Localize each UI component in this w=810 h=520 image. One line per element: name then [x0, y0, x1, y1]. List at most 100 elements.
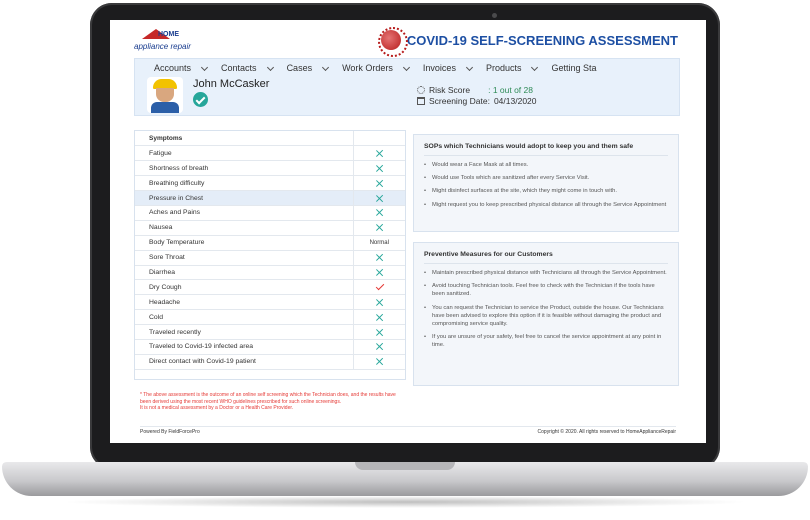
chevron-down-icon [200, 63, 209, 71]
table-row: Traveled recently [135, 324, 405, 340]
table-row: Shortness of breath [135, 160, 405, 177]
list-item: Might request you to keep prescribed phy… [424, 201, 668, 209]
table-row: Traveled to Covid-19 infected area [135, 339, 405, 355]
symptom-label: Diarrhea [135, 265, 353, 281]
nav-bar: Accounts Contacts Cases Work Orders Invo… [154, 63, 607, 73]
screen: HOME appliance repair COVID-19 SELF-SCRE… [110, 20, 706, 443]
symptom-label: Body Temperature [135, 235, 353, 251]
symptom-result [352, 190, 405, 206]
logo-text-bottom: appliance repair [134, 42, 191, 51]
risk-summary: Risk Score : 1 out of 28 Screening Date:… [417, 84, 537, 106]
green-cross-icon [375, 268, 383, 276]
green-cross-icon [375, 298, 383, 306]
list-item: Avoid touching Technician tools. Feel fr… [424, 282, 668, 298]
symptom-result [352, 339, 405, 355]
table-row: Nausea [135, 220, 405, 236]
technician-header-card: Accounts Contacts Cases Work Orders Invo… [134, 58, 680, 116]
preventive-measures-card: Preventive Measures for our Customers Ma… [413, 242, 679, 386]
symptom-label: Direct contact with Covid-19 patient [135, 354, 353, 370]
risk-score-label: Risk Score [429, 84, 471, 95]
green-cross-icon [375, 164, 383, 172]
symptom-result [352, 279, 405, 296]
screening-date-row: Screening Date: 04/13/2020 [417, 95, 537, 106]
preventive-title: Preventive Measures for our Customers [424, 251, 668, 264]
screening-date-label: Screening Date: [429, 95, 490, 106]
table-row: Diarrhea [135, 265, 405, 281]
symptom-label: Sore Throat [135, 250, 353, 266]
laptop-mockup: HOME appliance repair COVID-19 SELF-SCRE… [0, 0, 810, 520]
symptoms-card: Symptoms Fatigue Shortness of breath Breat… [134, 130, 406, 380]
page-title: COVID-19 SELF-SCREENING ASSESSMENT [406, 32, 678, 48]
chevron-down-icon [531, 63, 539, 71]
avatar-body [151, 102, 179, 113]
symptom-result [352, 265, 405, 281]
symptom-label: Fatigue [135, 145, 353, 162]
camera-icon [492, 13, 497, 18]
top-bar: HOME appliance repair COVID-19 SELF-SCRE… [110, 20, 706, 58]
symptom-label: Pressure in Chest [135, 190, 353, 206]
green-cross-icon [375, 194, 383, 202]
laptop-notch [355, 462, 455, 470]
table-row: Sore Throat [135, 250, 405, 266]
symptom-result [352, 145, 405, 162]
table-row: Cold [135, 309, 405, 326]
nav-label: Products [485, 63, 522, 73]
avatar-face [156, 88, 174, 102]
symptom-label: Aches and Pains [135, 205, 353, 221]
symptom-label: Headache [135, 294, 353, 311]
home-appliance-repair-logo[interactable]: HOME appliance repair [134, 29, 204, 55]
verified-check-icon [193, 92, 208, 107]
nav-label: Contacts [221, 63, 257, 73]
symptom-label: Traveled recently [135, 324, 353, 340]
table-row: Pressure in Chest [135, 190, 405, 206]
table-row: Body Temperature Normal [135, 235, 405, 251]
nav-label: Cases [286, 63, 313, 73]
green-cross-icon [375, 209, 383, 217]
nav-item-invoices[interactable]: Invoices [423, 63, 476, 73]
chevron-down-icon [266, 63, 274, 71]
symptom-result [352, 324, 405, 340]
risk-score-value: : 1 out of 28 [488, 84, 533, 95]
nav-item-contacts[interactable]: Contacts [221, 63, 277, 73]
table-row: Direct contact with Covid-19 patient [135, 354, 405, 370]
table-row: Aches and Pains [135, 205, 405, 221]
sop-card: SOPs which Technicians would adopt to ke… [413, 134, 679, 232]
green-cross-icon [375, 358, 383, 366]
table-row: Dry Cough [135, 279, 405, 296]
red-check-icon [375, 283, 383, 291]
list-item: Would use Tools which are sanitized afte… [424, 174, 668, 182]
list-item: If you are unsure of your safety, feel f… [424, 333, 668, 349]
nav-label: Getting Sta [551, 63, 597, 73]
nav-item-products[interactable]: Products [486, 63, 542, 73]
symptom-label: Traveled to Covid-19 infected area [135, 339, 353, 355]
symptom-result-text: Normal [369, 239, 389, 246]
list-item: Would wear a Face Mask at all times. [424, 161, 668, 169]
table-row: Fatigue [135, 145, 405, 162]
footer: Powered By FieldForcePro Copyright © 202… [140, 426, 676, 436]
symptom-result [352, 175, 405, 192]
nav-item-work-orders[interactable]: Work Orders [342, 63, 413, 73]
green-cross-icon [375, 179, 383, 187]
chevron-down-icon [465, 63, 473, 71]
risk-score-icon [417, 85, 425, 94]
technician-name: John McCasker [193, 78, 270, 90]
green-cross-icon [375, 343, 383, 351]
nav-label: Invoices [422, 63, 456, 73]
powered-by-link[interactable]: Powered By FieldForcePro [140, 429, 200, 436]
nav-item-accounts[interactable]: Accounts [154, 63, 211, 73]
sop-title: SOPs which Technicians would adopt to ke… [424, 143, 668, 156]
screening-date-value: 04/13/2020 [493, 95, 537, 106]
symptom-result: Normal [352, 235, 405, 251]
list-item: You can request the Technician to servic… [424, 304, 668, 329]
laptop-shadow [60, 496, 750, 508]
nav-label: Work Orders [342, 63, 393, 73]
symptom-result [352, 294, 405, 311]
symptom-label: Nausea [135, 220, 353, 236]
nav-item-getting-started[interactable]: Getting Sta [551, 63, 596, 73]
table-header-row: Symptoms [135, 131, 405, 147]
nav-item-cases[interactable]: Cases [287, 63, 333, 73]
symptom-result [352, 354, 405, 370]
symptom-label: Breathing difficulty [135, 175, 353, 192]
preventive-list: Maintain prescribed physical distance wi… [424, 269, 668, 350]
result-header [352, 131, 405, 147]
